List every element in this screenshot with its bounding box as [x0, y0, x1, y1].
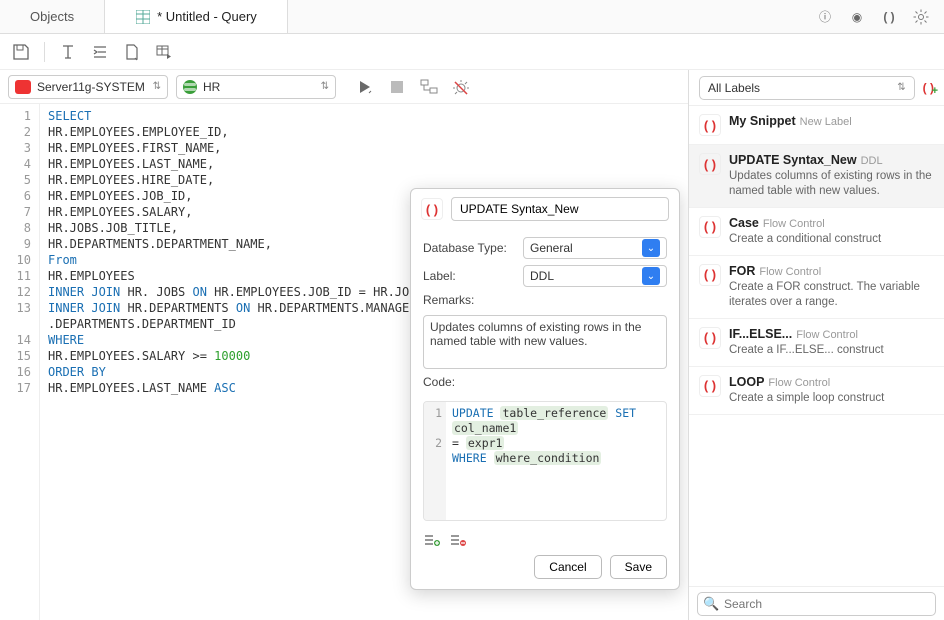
tab-objects-label: Objects: [30, 9, 74, 24]
label-value: DDL: [530, 269, 554, 283]
snippet-desc: Create a IF...ELSE... construct: [729, 343, 884, 358]
chevron-down-icon: ⌄: [642, 267, 660, 285]
mini-code[interactable]: UPDATE table_reference SET col_name1= ex…: [446, 402, 666, 520]
server-name: Server11g-SYSTEM: [37, 80, 145, 94]
header-icons: ⓘ ◉ ( ): [816, 8, 944, 26]
remarks-label: Remarks:: [423, 293, 515, 307]
snippet-title: Case: [729, 216, 759, 230]
snippet-item[interactable]: ( ) My Snippet New Label: [689, 106, 944, 145]
snippet-title: UPDATE Syntax_New: [729, 153, 857, 167]
snippet-item[interactable]: ( ) UPDATE Syntax_New DDL Updates columns…: [689, 145, 944, 208]
save-icon[interactable]: [10, 41, 32, 63]
remove-placeholder-icon[interactable]: [449, 533, 467, 547]
updown-icon: ⇅: [897, 82, 905, 93]
tabs-row: Objects * Untitled - Query ⓘ ◉ ( ): [0, 0, 944, 34]
snippet-item[interactable]: ( ) LOOP Flow Control Create a simple loo…: [689, 367, 944, 415]
snippet-desc: Create a conditional construct: [729, 232, 881, 247]
tab-query-label: * Untitled - Query: [157, 9, 257, 24]
snippet-title: FOR: [729, 264, 755, 278]
labels-filter-select[interactable]: All Labels ⇅: [699, 76, 915, 100]
debug-icon[interactable]: [450, 76, 472, 98]
snippet-title: My Snippet: [729, 114, 796, 128]
editor-gutter: 1234567891011121314151617: [0, 104, 40, 620]
chevron-down-icon: ⌄: [642, 239, 660, 257]
snippet-item[interactable]: ( ) Case Flow Control Create a conditiona…: [689, 208, 944, 256]
search-input[interactable]: [697, 592, 936, 616]
snippet-desc: Updates columns of existing rows in the …: [729, 169, 934, 199]
database-icon: [183, 80, 197, 94]
connection-bar: Server11g-SYSTEM ⇅ HR ⇅: [0, 70, 688, 104]
snippet-icon: ( ): [699, 264, 721, 286]
snippet-desc: Create a FOR construct. The variable ite…: [729, 280, 934, 310]
snippet-tag: Flow Control: [763, 218, 825, 230]
snippets-sidebar: All Labels ⇅ ( )+ ( ) My Snippet New Labe…: [689, 70, 944, 620]
database-selector[interactable]: HR ⇅: [176, 75, 336, 99]
snippet-tag: Flow Control: [759, 266, 821, 278]
page-icon[interactable]: [121, 41, 143, 63]
snippet-tag: Flow Control: [768, 377, 830, 389]
save-button[interactable]: Save: [610, 555, 667, 579]
snippet-icon: ( ): [421, 198, 443, 220]
format-icon[interactable]: [57, 41, 79, 63]
label-select[interactable]: DDL ⌄: [523, 265, 667, 287]
snippet-desc: Create a simple loop construct: [729, 391, 884, 406]
code-label: Code:: [423, 375, 515, 389]
tab-query[interactable]: * Untitled - Query: [105, 0, 288, 33]
db-type-select[interactable]: General ⌄: [523, 237, 667, 259]
db-type-label: Database Type:: [423, 241, 515, 255]
braces-icon[interactable]: ( ): [880, 8, 898, 26]
database-name: HR: [203, 80, 220, 94]
eye-icon[interactable]: ◉: [848, 8, 866, 26]
table-icon: [135, 9, 151, 25]
add-placeholder-icon[interactable]: [423, 533, 441, 547]
snippet-name-input[interactable]: [451, 197, 669, 221]
snippet-tag: Flow Control: [796, 329, 858, 341]
snippet-editor-popup: ( ) Database Type: General ⌄ Label: DDL …: [410, 188, 680, 590]
tab-objects[interactable]: Objects: [0, 0, 105, 33]
snippet-icon: ( ): [699, 153, 721, 175]
snippet-title: IF...ELSE...: [729, 327, 792, 341]
remarks-input[interactable]: [423, 315, 667, 369]
indent-icon[interactable]: [89, 41, 111, 63]
snippet-item[interactable]: ( ) IF...ELSE... Flow Control Create a IF…: [689, 319, 944, 367]
snippet-icon: ( ): [699, 375, 721, 397]
search-icon: 🔍: [703, 596, 719, 612]
snippet-icon: ( ): [699, 327, 721, 349]
snippet-code-editor[interactable]: 12 UPDATE table_reference SET col_name1=…: [423, 401, 667, 521]
toolbar: [0, 34, 944, 70]
grid-play-icon[interactable]: [153, 41, 175, 63]
labels-filter-value: All Labels: [708, 81, 760, 95]
stop-icon[interactable]: [386, 76, 408, 98]
info-icon[interactable]: ⓘ: [816, 8, 834, 26]
snippet-tag: New Label: [800, 116, 852, 128]
cancel-button[interactable]: Cancel: [534, 555, 601, 579]
snippet-title: LOOP: [729, 375, 764, 389]
snippet-icon: ( ): [699, 114, 721, 136]
server-selector[interactable]: Server11g-SYSTEM ⇅: [8, 75, 168, 99]
mini-gutter: 12: [424, 402, 446, 520]
label-label: Label:: [423, 269, 515, 283]
snippet-list: ( ) My Snippet New Label ( ) UPDATE Synta…: [689, 106, 944, 586]
explain-icon[interactable]: [418, 76, 440, 98]
gear-icon[interactable]: [912, 8, 930, 26]
db-type-value: General: [530, 241, 573, 255]
add-snippet-icon[interactable]: ( )+: [923, 81, 934, 95]
run-icon[interactable]: [354, 76, 376, 98]
updown-icon: ⇅: [153, 81, 161, 92]
oracle-icon: [15, 80, 31, 94]
snippet-item[interactable]: ( ) FOR Flow Control Create a FOR constru…: [689, 256, 944, 319]
snippet-tag: DDL: [861, 155, 883, 167]
separator: [44, 42, 45, 62]
updown-icon: ⇅: [321, 81, 329, 92]
snippet-icon: ( ): [699, 216, 721, 238]
